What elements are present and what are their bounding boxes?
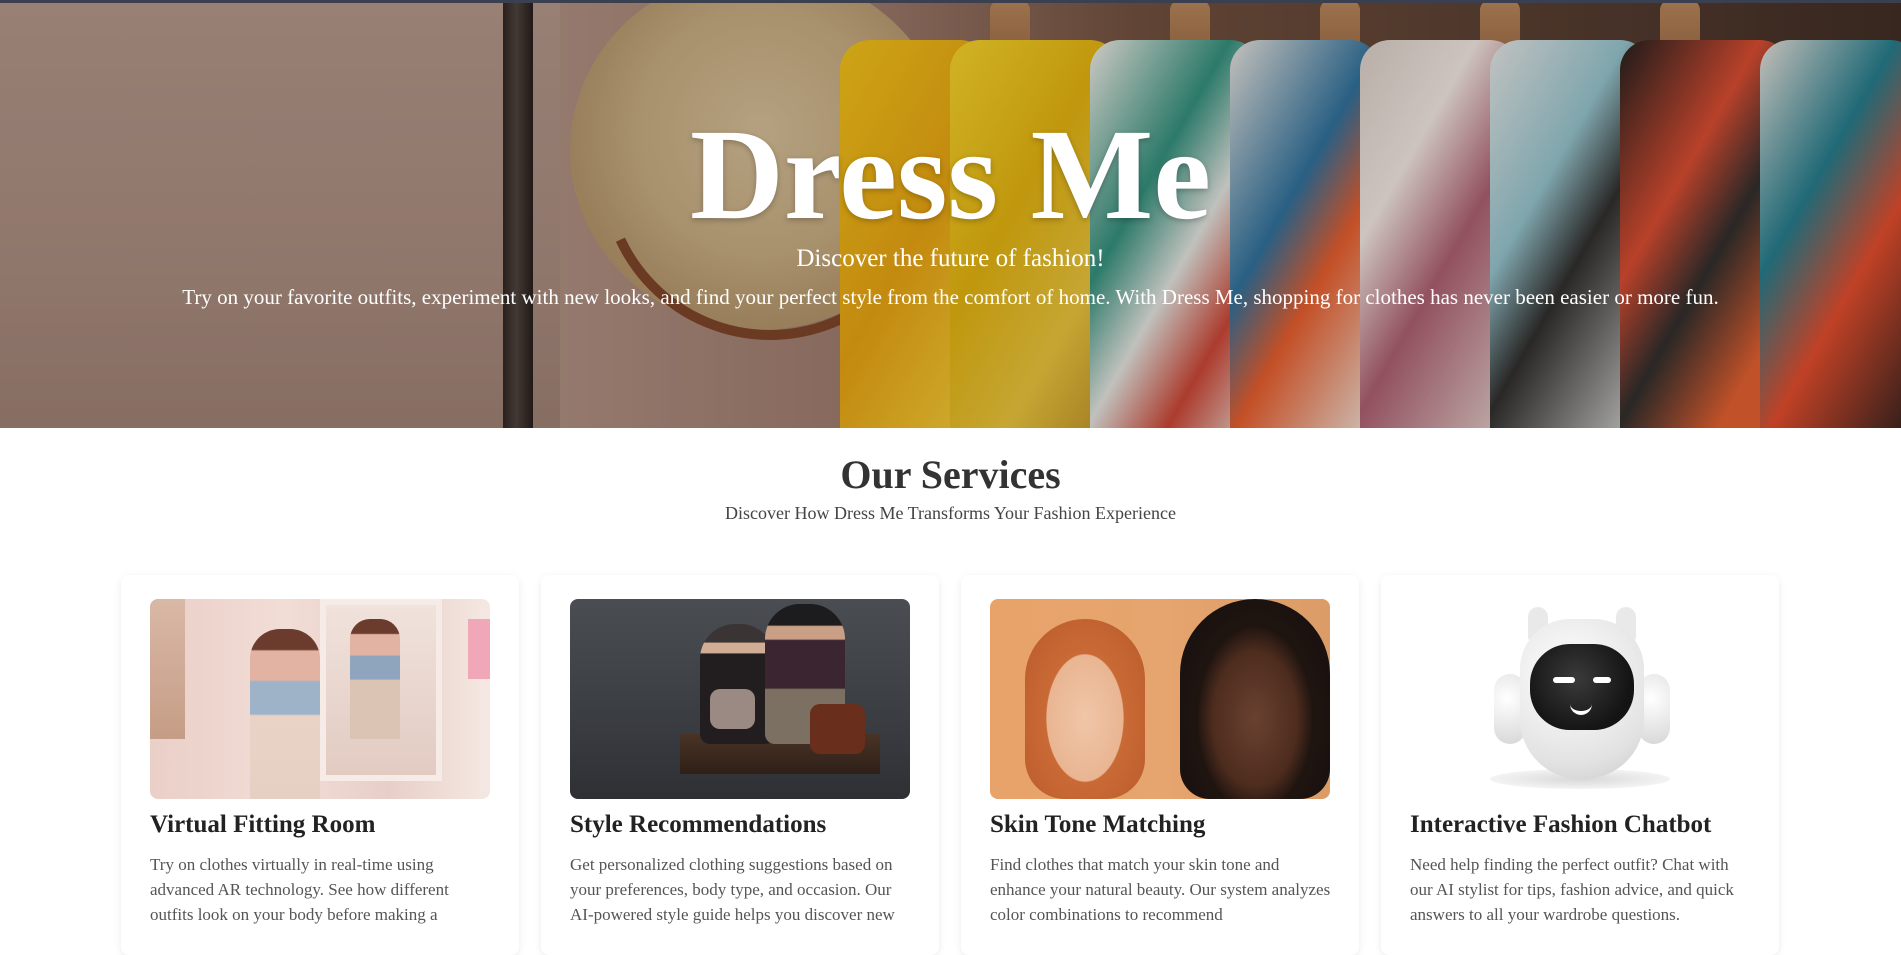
card-title: Style Recommendations <box>570 811 827 838</box>
woman-trying-clothes <box>250 629 320 799</box>
services-subtitle: Discover How Dress Me Transforms Your Fa… <box>725 503 1176 523</box>
robot-eye <box>1553 677 1575 683</box>
curly-hair-model <box>1180 599 1330 799</box>
top-border <box>0 0 1901 3</box>
leather-bag <box>810 704 865 754</box>
hero-subtitle: Discover the future of fashion! <box>796 245 1105 272</box>
robot-eye-wink <box>1593 677 1611 683</box>
service-card-virtual-fitting-room[interactable]: Virtual Fitting Room Try on clothes virt… <box>121 575 519 955</box>
chatbot-robot-image <box>1410 599 1750 799</box>
card-description: Try on clothes virtually in real-time us… <box>150 855 449 924</box>
handbag <box>710 689 755 729</box>
robot-face-screen <box>1530 644 1634 730</box>
card-title: Interactive Fashion Chatbot <box>1410 811 1712 838</box>
hero-banner: Dress Me Discover the future of fashion!… <box>0 0 1901 428</box>
service-card-fashion-chatbot[interactable]: Interactive Fashion Chatbot Need help fi… <box>1381 575 1779 955</box>
pink-box <box>468 619 490 679</box>
skin-tone-image <box>990 599 1330 799</box>
style-couple-image <box>570 599 910 799</box>
card-title: Skin Tone Matching <box>990 811 1206 838</box>
service-card-skin-tone-matching[interactable]: Skin Tone Matching Find clothes that mat… <box>961 575 1359 955</box>
hanging-dress <box>150 599 185 739</box>
redhead-model <box>1025 619 1145 799</box>
mirror-reflection <box>350 619 400 739</box>
card-description: Find clothes that match your skin tone a… <box>990 855 1331 924</box>
services-title: Our Services <box>840 452 1061 497</box>
card-title: Virtual Fitting Room <box>150 811 376 838</box>
services-header: Our Services Discover How Dress Me Trans… <box>0 450 1901 524</box>
fitting-room-image <box>150 599 490 799</box>
service-card-style-recommendations[interactable]: Style Recommendations Get personalized c… <box>541 575 939 955</box>
card-description: Need help finding the perfect outfit? Ch… <box>1410 855 1734 924</box>
card-description: Get personalized clothing suggestions ba… <box>570 855 895 924</box>
hero-title: Dress Me <box>689 103 1211 247</box>
hero-description: Try on your favorite outfits, experiment… <box>182 285 1719 309</box>
